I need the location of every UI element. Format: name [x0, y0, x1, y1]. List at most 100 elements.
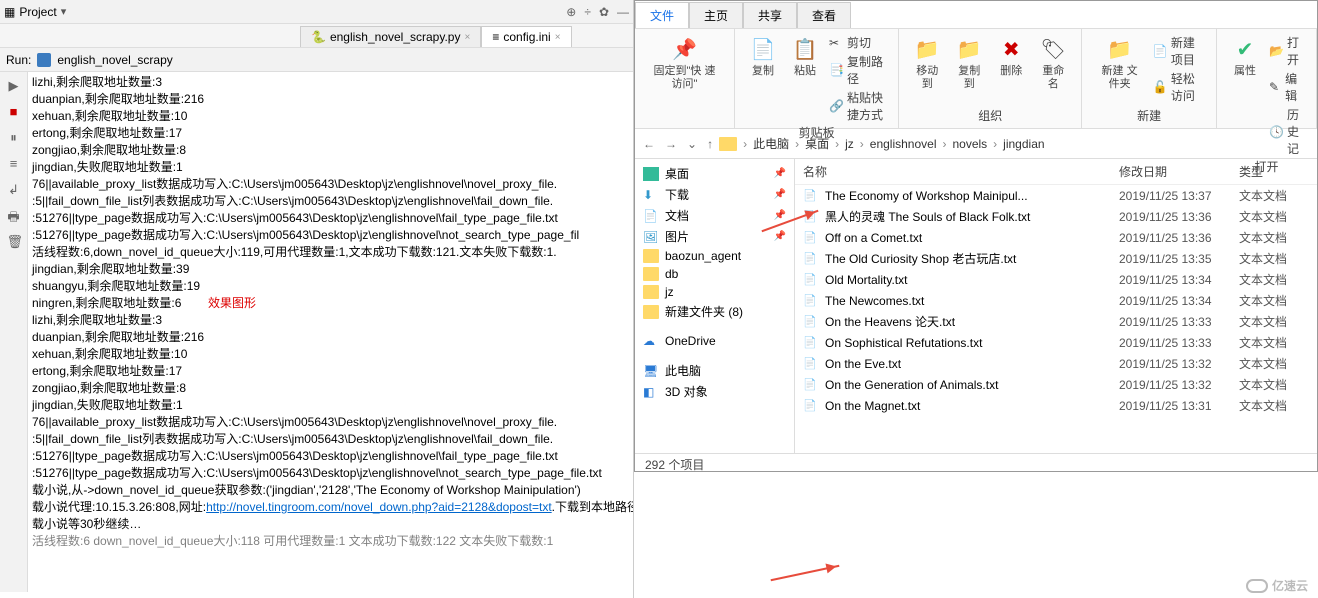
newfolder-button[interactable]: 📁新建 文件夹 — [1092, 33, 1147, 105]
console-line: :51276||type_page数据成功写入:C:\Users\jm00564… — [32, 465, 629, 482]
wrap-icon[interactable]: ↲ — [7, 182, 21, 196]
back-icon[interactable]: ← — [643, 137, 655, 151]
crumb[interactable]: 此电脑 — [753, 135, 789, 152]
file-type: 文本文档 — [1239, 229, 1309, 246]
toolbar-buttons: ⊕ ÷ ✿ — — [566, 5, 629, 19]
download-link[interactable]: http://novel.tingroom.com/novel_down.php… — [206, 500, 552, 514]
tree-desktop[interactable]: 桌面📌 — [635, 163, 794, 184]
crumb[interactable]: 桌面 — [805, 135, 829, 152]
properties-button[interactable]: ✔属性 — [1227, 33, 1263, 158]
copy-button[interactable]: 📄复制 — [745, 33, 781, 124]
file-row[interactable]: 📄On the Heavens 论天.txt2019/11/25 13:33文本… — [795, 311, 1317, 332]
forward-icon[interactable]: → — [665, 137, 677, 151]
step-icon[interactable]: ≡ — [7, 156, 21, 170]
crumb[interactable]: jingdian — [1003, 137, 1044, 151]
gear-icon[interactable]: ✿ — [599, 5, 609, 19]
run-config[interactable]: english_novel_scrapy — [57, 53, 172, 67]
txt-icon: 📄 — [803, 189, 819, 202]
paste-button[interactable]: 📋粘贴 — [787, 33, 823, 124]
file-date: 2019/11/25 13:32 — [1119, 378, 1239, 392]
tree-folder[interactable]: 新建文件夹 (8) — [635, 301, 794, 322]
project-dropdown[interactable]: ▦ Project ▾ — [4, 5, 566, 19]
crumb[interactable]: novels — [952, 137, 987, 151]
col-name[interactable]: 名称 — [803, 163, 1119, 180]
console-line: :5||fail_down_file_list列表数据成功写入:C:\Users… — [32, 193, 629, 210]
tab-file[interactable]: 文件 — [635, 2, 689, 28]
file-row[interactable]: 📄On the Magnet.txt2019/11/25 13:31文本文档 — [795, 395, 1317, 416]
annotation-arrow — [771, 565, 840, 582]
tree-folder[interactable]: jz — [635, 283, 794, 301]
tree-downloads[interactable]: ⬇下载📌 — [635, 184, 794, 205]
easyaccess-button[interactable]: 🔓轻松访问 — [1153, 69, 1206, 105]
rerun-icon[interactable]: ▶ — [7, 78, 21, 92]
file-row[interactable]: 📄Off on a Comet.txt2019/11/25 13:36文本文档 — [795, 227, 1317, 248]
tree-3d[interactable]: ◧3D 对象 — [635, 381, 794, 402]
minimize-icon[interactable]: — — [617, 5, 629, 19]
rename-button[interactable]: 🏷重命名 — [1035, 33, 1071, 93]
tab-scrapy[interactable]: 🐍english_novel_scrapy.py× — [300, 26, 481, 47]
history-button[interactable]: 🕓历史记 — [1269, 105, 1306, 158]
pin-button[interactable]: 📌固定到"快 速访问" — [645, 33, 724, 93]
breadcrumb: ← → ⌄ ↑ ›此电脑 ›桌面 ›jz ›englishnovel ›nove… — [635, 129, 1317, 159]
target-icon[interactable]: ⊕ — [566, 5, 576, 19]
tab-config[interactable]: ≡config.ini× — [481, 26, 571, 47]
print-icon[interactable]: 🖶 — [7, 208, 21, 222]
tab-share[interactable]: 共享 — [743, 2, 797, 28]
paste-shortcut-button[interactable]: 🔗粘贴快捷方式 — [829, 88, 888, 124]
file-row[interactable]: 📄The Old Curiosity Shop 老古玩店.txt2019/11/… — [795, 248, 1317, 269]
file-type: 文本文档 — [1239, 187, 1309, 204]
file-row[interactable]: 📄On the Generation of Animals.txt2019/11… — [795, 374, 1317, 395]
file-row[interactable]: 📄Old Mortality.txt2019/11/25 13:34文本文档 — [795, 269, 1317, 290]
tree-thispc[interactable]: 🖥此电脑 — [635, 360, 794, 381]
close-icon[interactable]: × — [555, 32, 561, 43]
tree-documents[interactable]: 📄文档📌 — [635, 205, 794, 226]
console-line: ningren,剩余爬取地址数量:6 — [32, 296, 181, 310]
col-date[interactable]: 修改日期 — [1119, 163, 1239, 180]
delete-button[interactable]: ✖删除 — [993, 33, 1029, 93]
crumb[interactable]: jz — [845, 137, 854, 151]
console-output[interactable]: lizhi,剩余爬取地址数量:3 duanpian,剩余爬取地址数量:216 x… — [28, 72, 633, 598]
file-row[interactable]: 📄The Economy of Workshop Mainipul...2019… — [795, 185, 1317, 206]
tree-onedrive[interactable]: ☁OneDrive — [635, 332, 794, 350]
nav-tree[interactable]: 桌面📌 ⬇下载📌 📄文档📌 🖼图片📌 baozun_agent db jz 新建… — [635, 159, 795, 453]
console-line: :5||fail_down_file_list列表数据成功写入:C:\Users… — [32, 431, 629, 448]
stop-icon[interactable]: ■ — [7, 104, 21, 118]
tab-home[interactable]: 主页 — [689, 2, 743, 28]
file-date: 2019/11/25 13:37 — [1119, 189, 1239, 203]
copypath-button[interactable]: 📑复制路径 — [829, 52, 888, 88]
folder-icon — [643, 249, 659, 263]
trash-icon[interactable]: 🗑 — [7, 234, 21, 248]
close-icon[interactable]: × — [464, 32, 470, 43]
file-row[interactable]: 📄On the Eve.txt2019/11/25 13:32文本文档 — [795, 353, 1317, 374]
collapse-icon[interactable]: ÷ — [584, 5, 591, 19]
up-icon[interactable]: ↑ — [707, 137, 713, 151]
file-date: 2019/11/25 13:35 — [1119, 252, 1239, 266]
run-label: Run: — [6, 53, 31, 67]
copyto-button[interactable]: 📁复制到 — [951, 33, 987, 93]
shortcut-icon: 🔗 — [829, 99, 843, 113]
tree-folder[interactable]: baozun_agent — [635, 247, 794, 265]
crumb[interactable]: englishnovel — [870, 137, 937, 151]
properties-icon: ✔ — [1231, 35, 1259, 63]
copyto-icon: 📁 — [955, 35, 983, 63]
file-row[interactable]: 📄The Newcomes.txt2019/11/25 13:34文本文档 — [795, 290, 1317, 311]
project-label: Project — [19, 5, 56, 19]
edit-icon: ✎ — [1269, 80, 1281, 94]
edit-button[interactable]: ✎编辑 — [1269, 69, 1306, 105]
open-button[interactable]: 📂打开 — [1269, 33, 1306, 69]
moveto-button[interactable]: 📁移动到 — [909, 33, 945, 93]
file-explorer: 文件 主页 共享 查看 📌固定到"快 速访问" 📄复制 📋粘贴 ✂剪切 📑复制路… — [634, 0, 1318, 472]
cut-button[interactable]: ✂剪切 — [829, 33, 888, 52]
tab-label: config.ini — [503, 30, 550, 44]
pause-icon[interactable]: ⏸ — [7, 130, 21, 144]
newitem-button[interactable]: 📄新建项目 — [1153, 33, 1206, 69]
folder-icon: ▦ — [4, 5, 15, 19]
tree-folder[interactable]: db — [635, 265, 794, 283]
tab-view[interactable]: 查看 — [797, 2, 851, 28]
editor-tabs: 🐍english_novel_scrapy.py× ≡config.ini× — [0, 24, 633, 48]
copy-icon: 📄 — [749, 35, 777, 63]
col-type[interactable]: 类型 — [1239, 163, 1309, 180]
file-row[interactable]: 📄On Sophistical Refutations.txt2019/11/2… — [795, 332, 1317, 353]
file-row[interactable]: 📄黑人的灵魂 The Souls of Black Folk.txt2019/1… — [795, 206, 1317, 227]
chevron-down-icon[interactable]: ⌄ — [687, 137, 697, 151]
